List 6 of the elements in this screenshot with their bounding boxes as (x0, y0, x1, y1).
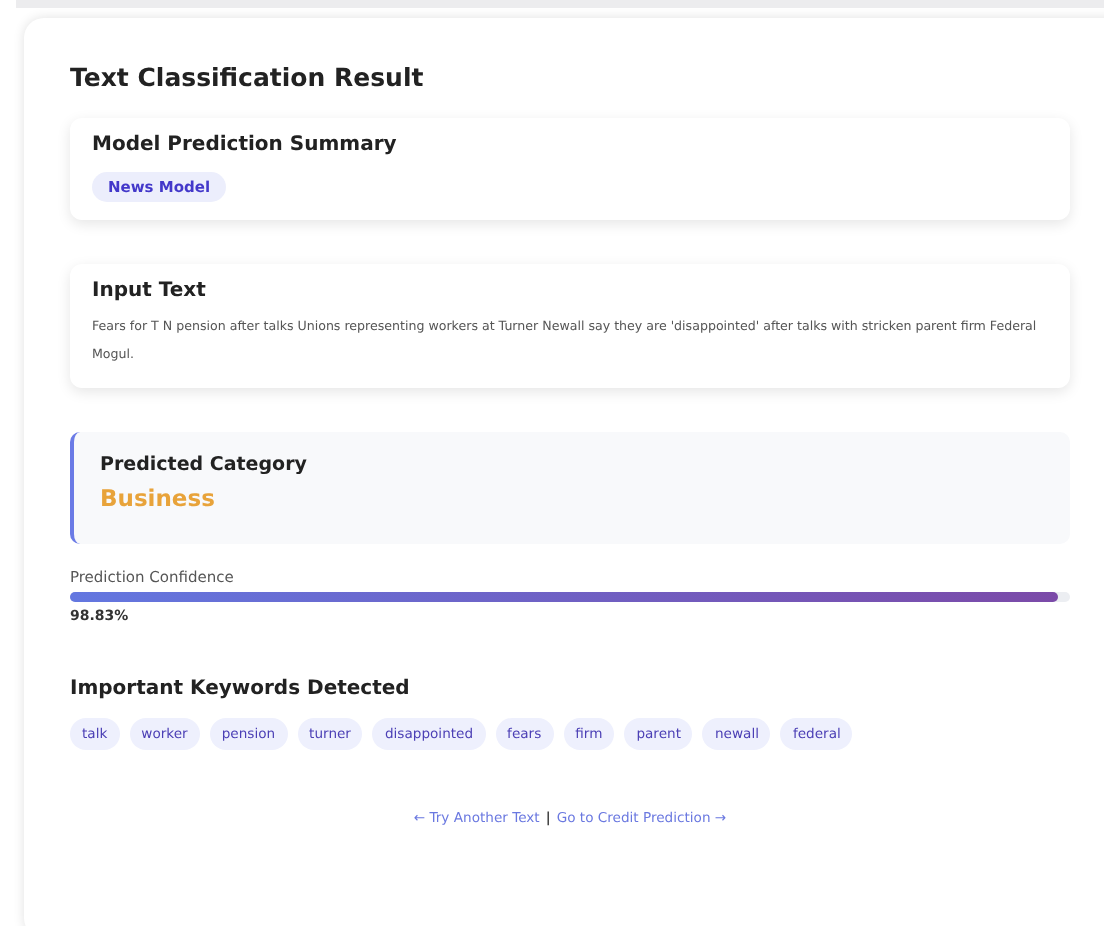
category-value: Business (100, 484, 217, 512)
card-heading: Input Text (92, 280, 208, 302)
page-title: Text Classification Result (70, 62, 426, 92)
card-heading: Model Prediction Summary (92, 134, 399, 156)
card-heading: Predicted Category (100, 454, 309, 476)
section-heading: Important Keywords Detected (70, 678, 412, 700)
